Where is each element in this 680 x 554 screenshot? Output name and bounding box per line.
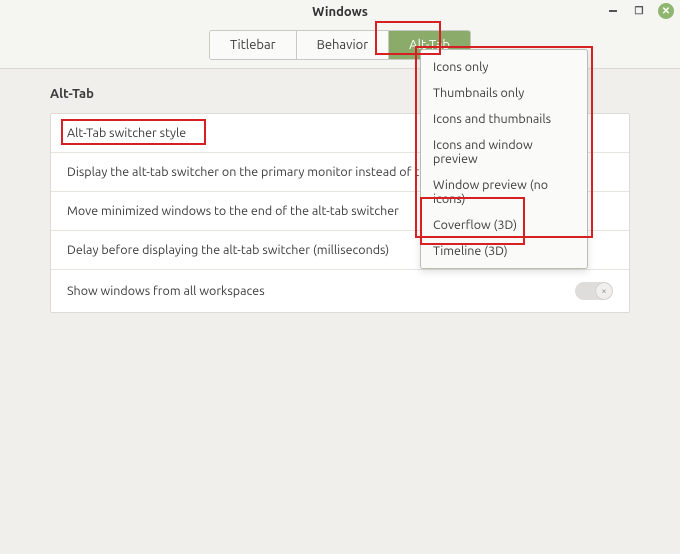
window-title: Windows (312, 5, 368, 19)
close-icon[interactable]: ✕ (658, 3, 674, 19)
dropdown-item-icons-and-thumbnails[interactable]: Icons and thumbnails (421, 106, 587, 132)
window: Windows ❐ ✕ Titlebar Behavior Alt-Tab Al… (0, 0, 680, 554)
maximize-icon[interactable]: ❐ (632, 4, 646, 18)
dropdown-item-thumbnails-only[interactable]: Thumbnails only (421, 80, 587, 106)
row-label: Show windows from all workspaces (67, 284, 265, 298)
dropdown-item-window-preview-no-icons[interactable]: Window preview (no icons) (421, 172, 587, 212)
toggle-knob: × (596, 283, 612, 299)
switcher-style-dropdown[interactable]: Icons only Thumbnails only Icons and thu… (420, 49, 588, 269)
row-label: Move minimized windows to the end of the… (67, 204, 399, 218)
dropdown-item-label: Timeline (3D) (433, 244, 508, 258)
tab-behavior[interactable]: Behavior (296, 31, 389, 59)
toggle-all-workspaces[interactable]: × (575, 282, 613, 300)
window-controls: ❐ ✕ (606, 3, 674, 19)
tab-titlebar[interactable]: Titlebar (210, 31, 296, 59)
dropdown-item-coverflow-3d[interactable]: Coverflow (3D) (421, 212, 587, 238)
dropdown-item-label: Icons and thumbnails (433, 112, 551, 126)
row-all-workspaces: Show windows from all workspaces × (51, 270, 629, 312)
tab-label: Behavior (317, 38, 369, 52)
content-area: Alt-Tab Alt-Tab switcher style Display t… (0, 69, 680, 554)
minimize-icon[interactable] (606, 4, 620, 18)
dropdown-item-label: Window preview (no icons) (433, 178, 548, 206)
dropdown-item-timeline-3d[interactable]: Timeline (3D) (421, 238, 587, 264)
row-label: Display the alt-tab switcher on the prim… (67, 165, 433, 179)
tab-label: Titlebar (230, 38, 276, 52)
dropdown-item-label: Icons only (433, 60, 488, 74)
dropdown-item-label: Coverflow (3D) (433, 218, 517, 232)
row-label: Delay before displaying the alt-tab swit… (67, 243, 389, 257)
dropdown-item-icons-only[interactable]: Icons only (421, 54, 587, 80)
dropdown-item-icons-and-window-preview[interactable]: Icons and window preview (421, 132, 587, 172)
titlebar: Windows ❐ ✕ (0, 0, 680, 24)
dropdown-item-label: Thumbnails only (433, 86, 524, 100)
dropdown-item-label: Icons and window preview (433, 138, 533, 166)
row-label: Alt-Tab switcher style (67, 126, 186, 140)
